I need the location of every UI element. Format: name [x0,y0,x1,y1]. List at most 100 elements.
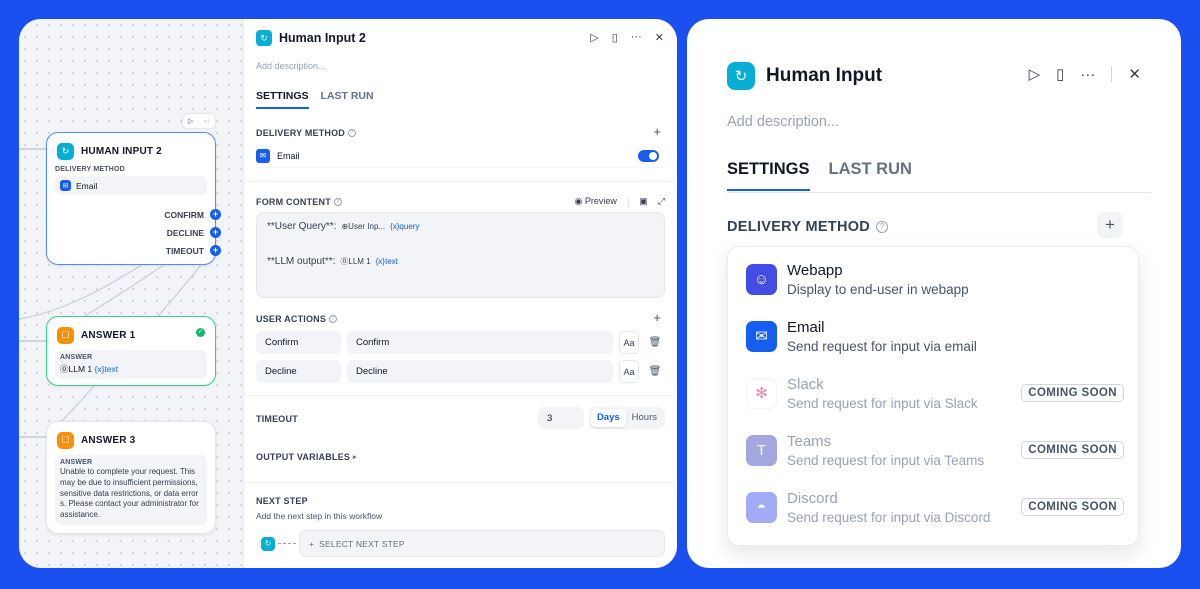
delivery-method-label: DELIVERY METHOD [55,166,125,173]
delivery-email-row: ✉ Email [55,176,207,195]
add-action-button[interactable]: + [653,310,661,325]
tab-last-run[interactable]: LAST RUN [829,160,912,191]
option-desc: Send request for input via email [787,338,977,354]
trash-icon[interactable]: 🗑 [645,360,665,383]
more-icon[interactable]: ··· [631,31,642,44]
action-text-input[interactable]: Decline [347,360,613,383]
copy-icon[interactable]: ▣ [639,196,648,207]
timeout-label: TIMEOUT [256,414,298,424]
text-var: {x}text [375,257,398,266]
add-delivery-button[interactable]: + [653,124,661,139]
detail-title[interactable]: Human Input [766,65,882,87]
action-id-input[interactable]: Confirm [256,331,341,354]
coming-soon-badge: COMING SOON [1021,384,1124,402]
delivery-method-detail: ↻ Human Input ▷ ▯ ··· ✕ Add description.… [687,19,1181,568]
answer-src: LLM 1 [68,364,93,374]
preview-button[interactable]: ◉ Preview [575,196,617,207]
node-toolbar[interactable]: ▷ ··· [182,113,216,129]
delivery-email-row: ✉ Email [256,144,665,168]
workflow-canvas[interactable]: ▷ ··· ↻ HUMAN INPUT 2 DELIVERY METHOD ✉ … [19,19,243,568]
text-style-icon[interactable]: Aa [619,360,639,383]
option-desc: Send request for input via Discord [787,509,991,525]
text-style-icon[interactable]: Aa [619,331,639,354]
plus-icon: + [309,538,315,549]
node-answer-1[interactable]: ☐ ANSWER 1 ✓ ANSWER ⓪LLM 1 {x}text [46,316,216,386]
unit-hours[interactable]: Hours [626,409,663,427]
option-slack: ✻ Slack Send request for input via Slack … [746,371,1124,415]
output-label: CONFIRM [164,209,204,220]
description-input[interactable]: Add description... [727,114,839,130]
more-icon[interactable]: ··· [203,118,210,125]
option-desc: Display to end-user in webapp [787,281,969,297]
form-line-label: **User Query**: [267,221,337,232]
run-icon[interactable]: ▷ [188,117,193,125]
add-handle-icon[interactable]: + [210,209,221,220]
description-input[interactable]: Add description... [256,61,326,71]
select-next-step-button[interactable]: + SELECT NEXT STEP [299,530,665,557]
unit-days[interactable]: Days [590,409,626,427]
coming-soon-badge: COMING SOON [1021,441,1124,459]
run-icon[interactable]: ▷ [1029,65,1041,83]
tab-last-run[interactable]: LAST RUN [321,90,374,109]
mail-icon: ✉ [256,148,270,163]
timeout-input[interactable]: 3 [537,407,584,429]
option-desc: Send request for input via Teams [787,452,985,468]
action-text-input[interactable]: Confirm [347,331,613,354]
answer-box: ANSWER Unable to complete your request. … [55,455,207,525]
add-delivery-button[interactable]: + [1097,212,1123,238]
close-icon[interactable]: ✕ [1128,65,1141,83]
email-toggle[interactable] [638,149,659,162]
output-variables-toggle[interactable]: OUTPUT VARIABLES ▸ [256,452,357,462]
next-step-label: NEXT STEP [256,496,308,506]
answer-icon: ☐ [57,432,74,449]
answer-text: Unable to complete your request. This ma… [60,467,199,520]
timeout-unit-toggle[interactable]: Days Hours [588,407,665,429]
add-handle-icon[interactable]: + [210,227,221,238]
tab-settings[interactable]: SETTINGS [727,160,810,191]
mail-icon: ✉ [746,320,777,352]
action-row: Confirm Confirm Aa 🗑 [256,331,665,354]
node-answer-3[interactable]: ☐ ANSWER 3 ANSWER Unable to complete you… [46,421,216,534]
teams-icon: T [746,434,777,466]
expand-icon[interactable]: ⤢ [658,196,665,207]
workflow-editor: ▷ ··· ↻ HUMAN INPUT 2 DELIVERY METHOD ✉ … [19,19,677,568]
book-icon[interactable]: ▯ [1056,65,1064,83]
discord-icon: ◓ [746,491,777,523]
node-title: ANSWER 3 [81,435,136,446]
close-icon[interactable]: ✕ [655,31,664,44]
form-line-label: **LLM output**: [267,256,336,267]
answer-box: ANSWER ⓪LLM 1 {x}text [55,350,207,379]
tab-settings[interactable]: SETTINGS [256,90,309,109]
node-config-panel: ↻ Human Input 2 ▷ ▯ ··· ✕ Add descriptio… [243,19,677,568]
option-email[interactable]: ✉ Email Send request for input via email [746,314,1124,358]
output-label: DECLINE [166,227,204,238]
form-content-editor[interactable]: **User Query**: ⊕User Inp... {x}query **… [256,212,665,298]
answer-label: ANSWER [60,459,93,466]
option-name: Teams [787,432,832,450]
user-actions-label: USER ACTIONS? [256,314,338,324]
answer-label: ANSWER [60,354,93,361]
node-title: ANSWER 1 [81,330,136,341]
form-content-label: FORM CONTENT? [256,197,342,207]
help-icon: ? [333,198,342,206]
eye-icon: ◉ [574,196,583,206]
add-handle-icon[interactable]: + [210,245,221,256]
node-human-input-2[interactable]: ↻ HUMAN INPUT 2 DELIVERY METHOD ✉ Email … [46,132,221,265]
option-webapp[interactable]: ☺ Webapp Display to end-user in webapp [746,257,1124,301]
option-name: Webapp [787,261,843,279]
answer-ref: ⓪LLM 1 {x}text [60,363,202,375]
human-input-icon: ↻ [727,62,755,90]
action-id-input[interactable]: Decline [256,360,341,383]
book-icon[interactable]: ▯ [612,31,618,44]
human-input-icon: ↻ [261,536,275,551]
panel-title[interactable]: Human Input 2 [279,31,366,45]
option-desc: Send request for input via Slack [787,395,978,411]
more-icon[interactable]: ··· [1080,66,1095,83]
caret-right-icon: ▸ [353,454,357,461]
run-icon[interactable]: ▷ [590,31,598,44]
mail-icon: ✉ [60,180,71,191]
llm-icon: ⓪ [60,364,69,374]
delivery-email-label: Email [76,180,98,191]
user-input-ref: ⊕User Inp... [341,222,386,231]
trash-icon[interactable]: 🗑 [645,331,665,354]
